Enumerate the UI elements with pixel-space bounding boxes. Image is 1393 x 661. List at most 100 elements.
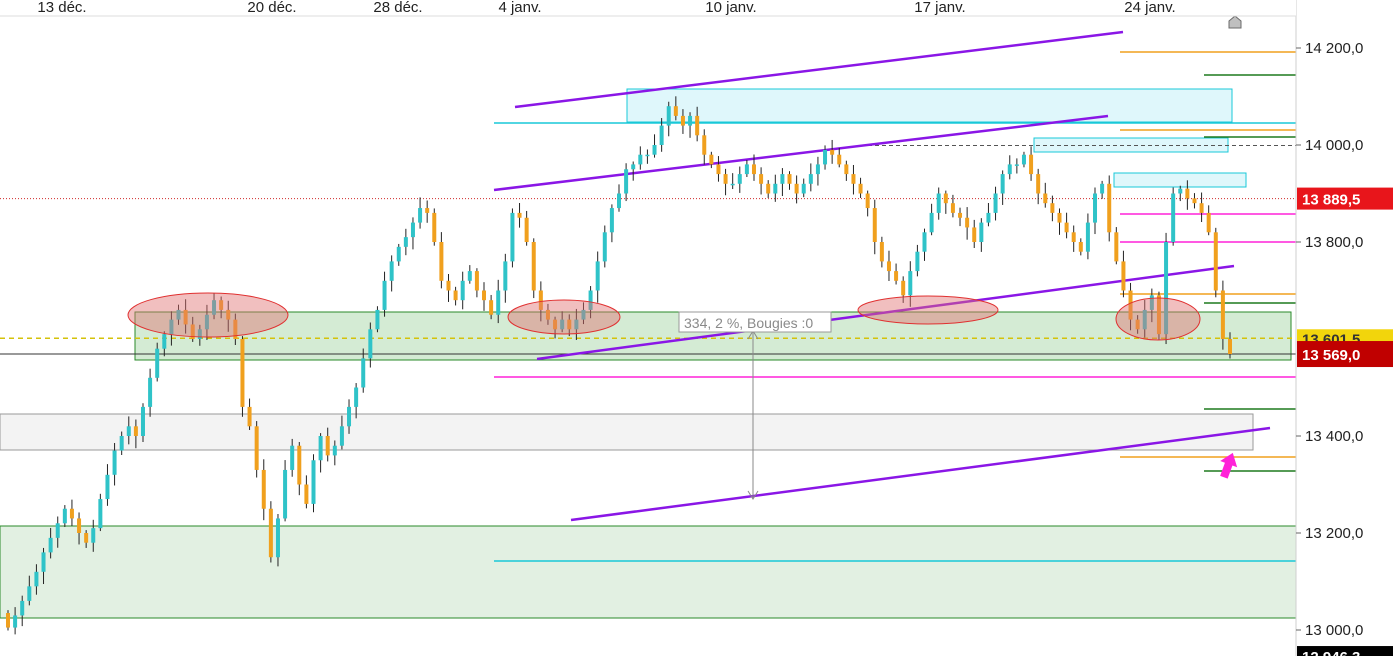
chart-area[interactable]: 334, 2 %, Bougies :0 14 200,0 14 000,0 13 … xyxy=(0,0,1393,661)
candle-down xyxy=(1057,212,1062,223)
candle-down xyxy=(695,115,700,136)
candle-down xyxy=(1064,222,1069,233)
candle-down xyxy=(673,106,678,116)
date-tick-label: 24 janv. xyxy=(1124,0,1175,16)
candle-up xyxy=(801,183,806,194)
candle-down xyxy=(858,183,863,194)
candle-down xyxy=(886,261,891,272)
candle-up xyxy=(1100,183,1105,194)
candle-up xyxy=(730,183,735,186)
candle-down xyxy=(425,208,430,213)
candle-up xyxy=(624,169,629,194)
candle-down xyxy=(830,149,835,155)
candle-up xyxy=(979,222,984,242)
candle-up xyxy=(354,387,359,407)
support-zone-low xyxy=(0,525,1297,619)
candle-up xyxy=(659,125,664,145)
candle-up xyxy=(929,212,934,233)
candle-up xyxy=(396,246,401,262)
candle-down xyxy=(865,193,870,209)
candle-up xyxy=(339,426,344,446)
candle-up xyxy=(13,615,18,628)
measure-label: 334, 2 %, Bougies :0 xyxy=(684,315,813,331)
candle-down xyxy=(1078,242,1083,252)
candle-up xyxy=(55,523,60,538)
candle-up xyxy=(311,460,316,504)
candle-down xyxy=(1114,232,1119,262)
candle-down xyxy=(268,508,273,558)
candle-up xyxy=(460,280,465,301)
candle-down xyxy=(84,533,89,543)
candle-up xyxy=(332,445,337,456)
candle-up xyxy=(666,106,671,126)
candle-up xyxy=(780,174,785,184)
candle-down xyxy=(69,508,74,519)
candle-down xyxy=(851,174,856,184)
candle-up xyxy=(41,552,46,572)
candle-down xyxy=(1206,212,1211,233)
date-tick-label: 4 janv. xyxy=(498,0,541,16)
date-tick-label: 28 déc. xyxy=(373,0,422,16)
price-tick-label: 13 400,0 xyxy=(1305,428,1363,445)
candle-down xyxy=(482,290,487,301)
candle-up xyxy=(112,450,117,475)
candle-down xyxy=(794,183,799,194)
candle-down xyxy=(716,164,721,175)
candle-down xyxy=(1185,188,1190,199)
price-tick-label: 14 000,0 xyxy=(1305,137,1363,154)
candle-up xyxy=(275,518,280,558)
pattern-ellipse xyxy=(507,299,621,335)
candle-up xyxy=(602,232,607,262)
candle-down xyxy=(1036,174,1041,194)
candle-up xyxy=(503,261,508,291)
candle-up xyxy=(496,290,501,315)
candle-down xyxy=(1220,290,1225,339)
candle-down xyxy=(489,300,494,315)
candle-down xyxy=(751,164,756,175)
candle-down xyxy=(517,212,522,218)
candle-up xyxy=(595,261,600,291)
candle-down xyxy=(844,164,849,175)
date-axis-panel[interactable] xyxy=(0,0,1296,16)
candle-up xyxy=(347,406,352,427)
candle-down xyxy=(709,154,714,165)
price-tick-label: 13 800,0 xyxy=(1305,234,1363,251)
price-axis-panel[interactable] xyxy=(1296,0,1393,656)
candle-up xyxy=(1093,193,1098,223)
candle-up xyxy=(389,261,394,281)
date-tick-label: 10 janv. xyxy=(705,0,756,16)
candle-down xyxy=(6,613,10,628)
candle-up xyxy=(375,309,380,330)
candle-up xyxy=(318,436,323,461)
candle-down xyxy=(531,242,536,291)
candle-down xyxy=(965,217,970,228)
candle-down xyxy=(1121,261,1126,291)
candle-down xyxy=(1192,198,1197,204)
candle-up xyxy=(1014,164,1019,166)
candle-down xyxy=(872,208,877,242)
price-chart[interactable]: 334, 2 %, Bougies :0 14 200,0 14 000,0 13 … xyxy=(0,0,1393,661)
candle-up xyxy=(361,358,366,388)
candle-up xyxy=(467,271,472,281)
candle-up xyxy=(382,280,387,310)
candle-up xyxy=(808,174,813,184)
candle-up xyxy=(1178,188,1183,194)
candle-down xyxy=(524,217,529,242)
pattern-ellipse xyxy=(127,292,289,338)
candle-up xyxy=(119,436,124,451)
candle-up xyxy=(1000,174,1005,194)
candle-up xyxy=(162,334,167,349)
price-tick-label: 13 000,0 xyxy=(1305,622,1363,639)
candle-up xyxy=(908,271,913,296)
candle-down xyxy=(453,290,458,301)
candle-up xyxy=(737,174,742,184)
candle-up xyxy=(617,193,621,209)
candle-up xyxy=(155,348,160,378)
candle-down xyxy=(759,174,764,184)
candle-up xyxy=(403,237,408,247)
resistance-price-tag: 13 889,5 xyxy=(1302,192,1360,209)
candle-down xyxy=(247,406,252,427)
candle-up xyxy=(418,208,423,223)
grey-zone xyxy=(0,413,1254,451)
candle-up xyxy=(744,164,749,175)
